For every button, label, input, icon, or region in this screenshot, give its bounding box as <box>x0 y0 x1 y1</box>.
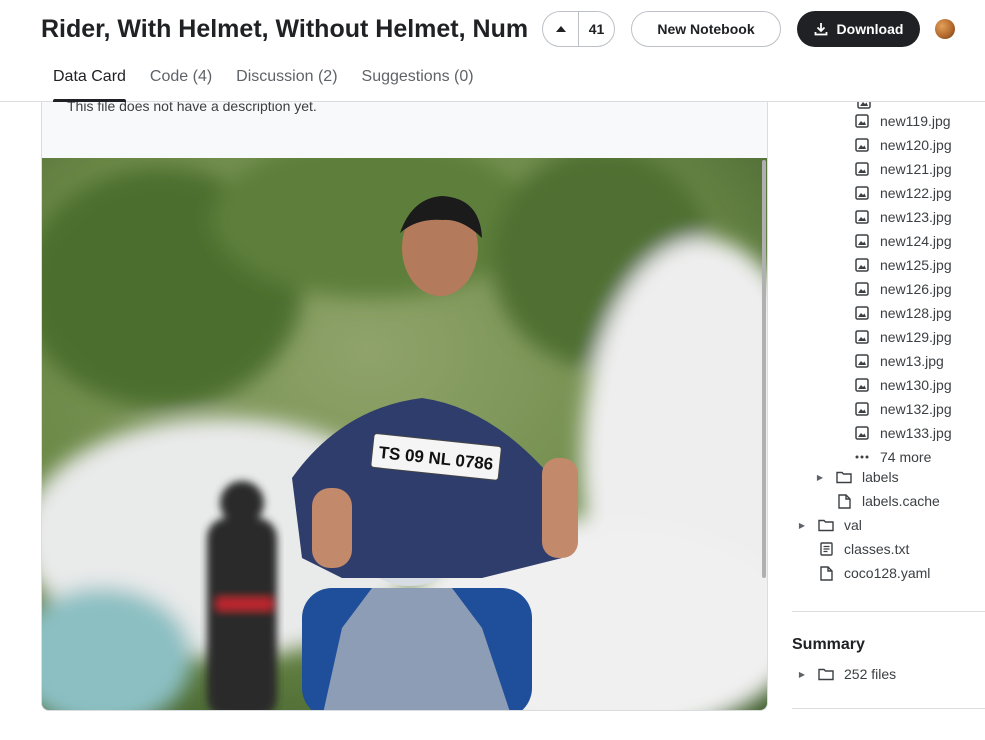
file-name: labels.cache <box>862 493 940 509</box>
file-name: classes.txt <box>844 541 910 557</box>
image-file-icon <box>854 353 870 369</box>
file-name: 252 files <box>844 666 897 682</box>
file-name: new133.jpg <box>880 425 952 441</box>
tab-code[interactable]: Code (4) <box>138 58 224 102</box>
file-name: new13.jpg <box>880 353 944 369</box>
section-divider <box>792 611 985 612</box>
file-row[interactable]: new132.jpg <box>854 397 952 421</box>
file-name: new123.jpg <box>880 209 952 225</box>
image-file-icon <box>854 113 870 129</box>
image-file-icon <box>854 257 870 273</box>
image-file-icon <box>854 209 870 225</box>
file-name: new122.jpg <box>880 185 952 201</box>
folder-icon <box>818 666 834 682</box>
image-file-icon <box>854 137 870 153</box>
image-file-icon <box>854 305 870 321</box>
user-avatar[interactable] <box>935 19 955 39</box>
file-name: val <box>844 517 862 533</box>
file-name: new130.jpg <box>880 377 952 393</box>
vote-count: 41 <box>588 21 605 37</box>
file-name: labels <box>862 469 899 485</box>
upvote-control: 41 <box>542 11 615 47</box>
image-file-icon <box>854 161 870 177</box>
image-preview: TS 09 NL 0786 <box>42 158 767 710</box>
file-row[interactable]: new125.jpg <box>854 253 952 277</box>
file-name: new128.jpg <box>880 305 952 321</box>
file-name: new124.jpg <box>880 233 952 249</box>
file-row[interactable]: new120.jpg <box>854 133 952 157</box>
caret-up-icon <box>555 26 566 32</box>
file-row-yaml[interactable]: coco128.yaml <box>818 561 930 585</box>
file-row[interactable]: new13.jpg <box>854 349 944 373</box>
file-name: new126.jpg <box>880 281 952 297</box>
upvote-button[interactable] <box>543 12 579 46</box>
file-name: new121.jpg <box>880 161 952 177</box>
folder-icon <box>818 517 834 533</box>
image-file-icon <box>854 185 870 201</box>
file-row[interactable]: new123.jpg <box>854 205 952 229</box>
tab-discussion[interactable]: Discussion (2) <box>224 58 349 102</box>
file-name: coco128.yaml <box>844 565 931 581</box>
expand-caret-icon[interactable]: ▶ <box>798 513 806 537</box>
folder-icon <box>836 469 852 485</box>
file-name: new132.jpg <box>880 401 952 417</box>
preview-scrollbar[interactable] <box>762 160 766 578</box>
image-file-icon <box>854 425 870 441</box>
download-button[interactable]: Download <box>797 11 920 47</box>
text-file-icon <box>818 541 834 557</box>
folder-row-labels[interactable]: labels <box>836 465 899 489</box>
download-label: Download <box>836 21 904 37</box>
image-file-icon <box>854 329 870 345</box>
file-row[interactable]: new130.jpg <box>854 373 952 397</box>
more-files-label: 74 more <box>880 449 932 465</box>
image-file-icon <box>854 281 870 297</box>
file-row[interactable]: new122.jpg <box>854 181 952 205</box>
file-row-classes[interactable]: classes.txt <box>818 537 909 561</box>
file-row[interactable]: new129.jpg <box>854 325 952 349</box>
image-file-icon <box>854 401 870 417</box>
section-divider <box>792 708 985 709</box>
file-row[interactable]: new119.jpg <box>854 109 951 133</box>
file-name: new125.jpg <box>880 257 952 273</box>
file-row[interactable]: new124.jpg <box>854 229 952 253</box>
file-name: new129.jpg <box>880 329 952 345</box>
dataset-header: Rider, With Helmet, Without Helmet, Numb… <box>0 0 985 102</box>
more-dots-icon <box>854 449 870 465</box>
new-notebook-button[interactable]: New Notebook <box>631 11 781 47</box>
file-preview-card: This file does not have a description ye… <box>41 70 768 711</box>
summary-files-row[interactable]: 252 files <box>818 662 896 686</box>
expand-caret-icon[interactable]: ▶ <box>798 662 806 686</box>
summary-heading: Summary <box>792 636 865 653</box>
expand-caret-icon[interactable]: ▶ <box>816 465 824 489</box>
file-row-labels-cache[interactable]: labels.cache <box>836 489 940 513</box>
image-file-icon <box>854 233 870 249</box>
download-icon <box>814 23 827 36</box>
file-row[interactable]: new128.jpg <box>854 301 952 325</box>
file-row[interactable]: new133.jpg <box>854 421 952 445</box>
file-icon <box>818 565 834 581</box>
file-row[interactable]: new126.jpg <box>854 277 952 301</box>
image-file-icon <box>854 377 870 393</box>
file-name: new119.jpg <box>880 113 951 129</box>
file-name: new120.jpg <box>880 137 952 153</box>
folder-row-val[interactable]: val <box>818 513 862 537</box>
tab-data-card[interactable]: Data Card <box>41 58 138 102</box>
file-row[interactable]: new121.jpg <box>854 157 952 181</box>
tab-bar: Data Card Code (4) Discussion (2) Sugges… <box>41 58 486 102</box>
tab-suggestions[interactable]: Suggestions (0) <box>350 58 486 102</box>
dataset-title: Rider, With Helmet, Without Helmet, Numb… <box>41 15 527 43</box>
file-icon <box>836 493 852 509</box>
